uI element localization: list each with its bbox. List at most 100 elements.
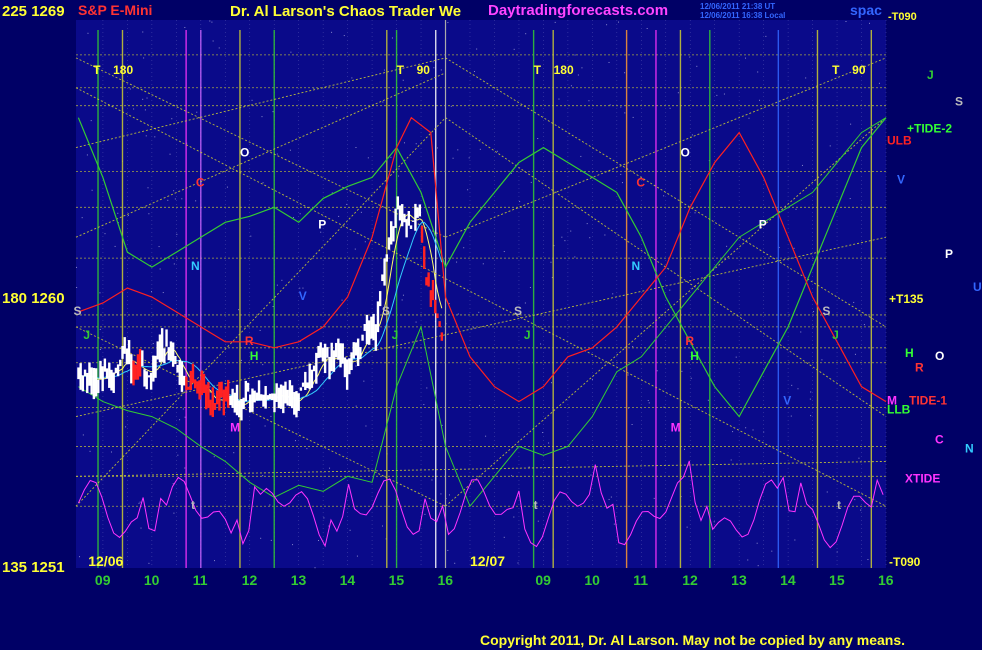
planet-marker: V [783, 394, 791, 408]
star-dot [620, 106, 622, 108]
price-bar [99, 360, 102, 379]
right-series-label: +TIDE-2 [907, 122, 952, 136]
star-dot [423, 404, 425, 406]
price-bar [295, 391, 298, 418]
star-dot [656, 370, 658, 372]
x-axis-tick: 16 [438, 572, 454, 588]
star-dot [463, 247, 465, 249]
price-bar [284, 381, 287, 404]
planet-marker: R [685, 334, 694, 348]
star-dot [364, 241, 366, 243]
star-dot [306, 448, 308, 450]
star-dot [173, 190, 175, 192]
price-bar [376, 301, 380, 333]
star-dot [264, 425, 266, 427]
price-bar [158, 334, 162, 363]
price-bar [392, 226, 395, 242]
price-bar [229, 395, 232, 406]
star-dot [146, 97, 148, 99]
x-axis-tick: 15 [829, 572, 845, 588]
price-bar [385, 254, 388, 262]
price-bar [273, 393, 276, 413]
space-label: spac [850, 2, 882, 18]
star-dot [76, 286, 78, 288]
star-dot [436, 147, 438, 149]
price-bar [204, 384, 208, 410]
star-dot [182, 408, 184, 410]
star-dot [354, 248, 356, 250]
star-dot [331, 31, 333, 33]
price-bar [92, 367, 96, 400]
right-series-label: N [965, 441, 974, 455]
right-series-label: ULB [887, 134, 912, 148]
star-dot [608, 498, 610, 500]
x-axis-tick: 10 [144, 572, 160, 588]
star-dot [133, 108, 135, 110]
price-bar [213, 403, 217, 410]
star-dot [259, 329, 261, 331]
star-dot [457, 313, 459, 315]
star-dot [612, 293, 614, 295]
star-dot [431, 479, 433, 481]
star-dot [647, 400, 649, 402]
phase-marker-value: 90 [852, 63, 866, 77]
star-dot [473, 327, 475, 329]
x-axis-tick: 13 [731, 572, 747, 588]
star-dot [433, 67, 435, 69]
price-bar [315, 352, 318, 384]
star-dot [747, 559, 749, 561]
price-bar [381, 274, 384, 282]
price-bar [202, 373, 206, 393]
star-dot [314, 567, 316, 569]
star-dot [129, 88, 131, 90]
timestamp-ut: 12/06/2011 21:38 UT [700, 2, 775, 11]
star-dot [588, 100, 590, 102]
star-dot [791, 384, 793, 386]
star-dot [415, 321, 417, 323]
price-bar [176, 364, 179, 373]
price-bar [182, 375, 186, 386]
price-bar [271, 393, 274, 401]
price-bar [167, 347, 170, 361]
star-dot [81, 217, 83, 219]
star-dot [125, 426, 127, 428]
star-dot [401, 299, 403, 301]
phase-marker-label: T [93, 63, 101, 77]
y-axis-label: 180 1260 [2, 290, 65, 307]
star-dot [238, 309, 240, 311]
price-bar [246, 382, 250, 392]
star-dot [577, 74, 579, 76]
price-bar [215, 390, 219, 405]
star-dot [260, 537, 262, 539]
price-bar [440, 332, 444, 341]
star-dot [797, 388, 799, 390]
price-bar [187, 386, 190, 390]
star-dot [440, 69, 442, 71]
price-bar [431, 279, 435, 301]
star-dot [82, 434, 84, 436]
price-bar [363, 323, 366, 331]
star-dot [604, 234, 606, 236]
price-bar [383, 258, 386, 286]
star-dot [196, 111, 198, 113]
star-dot [424, 513, 426, 515]
price-bar [119, 359, 122, 367]
star-dot [292, 544, 294, 546]
price-bar [123, 337, 126, 354]
price-bar [429, 290, 433, 307]
top-right-phase: -T090 [888, 11, 917, 23]
price-bar [222, 389, 226, 416]
star-dot [341, 299, 343, 301]
price-bar [367, 320, 371, 345]
star-dot [91, 189, 93, 191]
price-bar [149, 372, 153, 390]
phase-marker-value: 90 [417, 63, 431, 77]
price-bar [189, 370, 192, 390]
price-bar [138, 348, 142, 377]
star-dot [485, 435, 487, 437]
site-link[interactable]: Daytradingforecasts.com [488, 2, 668, 19]
star-dot [757, 71, 759, 73]
price-bar [171, 342, 175, 367]
price-bar [233, 392, 237, 413]
top-price-label: 225 1269 [2, 3, 65, 20]
